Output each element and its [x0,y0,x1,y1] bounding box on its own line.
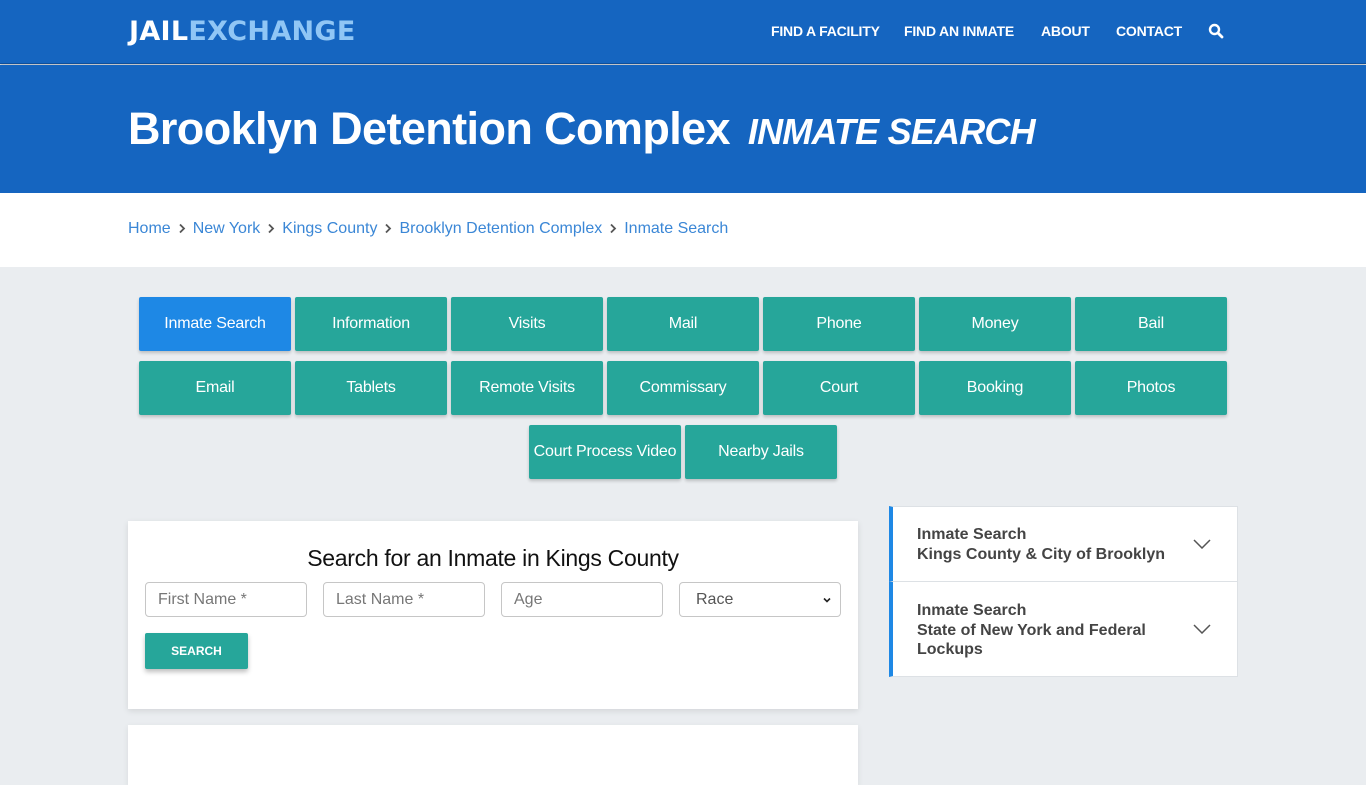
tab-bail[interactable]: Bail [1075,297,1227,351]
nav-find-a-facility[interactable]: FIND A FACILITY [771,23,880,39]
chevron-down-icon[interactable] [1193,624,1211,634]
chevron-right-icon [379,222,397,237]
last-name-input[interactable] [336,590,472,609]
logo-part-jail: JAIL [129,16,189,47]
tab-commissary[interactable]: Commissary [607,361,759,415]
accordion-title-line2: State of New York and Federal [917,621,1146,639]
page-subtitle: INMATE SEARCH [747,111,1036,152]
chevron-right-icon [604,222,622,237]
tab-phone[interactable]: Phone [763,297,915,351]
content-card [128,725,858,785]
logo-part-exchange: EXCHANGE [188,16,356,47]
nav-contact[interactable]: CONTACT [1116,23,1182,39]
race-select-value: Race [696,590,734,608]
nav-find-an-inmate[interactable]: FIND AN INMATE [904,23,1014,39]
first-name-field[interactable] [145,582,307,617]
tab-visits[interactable]: Visits [451,297,603,351]
accordion-kings-county-search[interactable]: Inmate Search Kings County & City of Bro… [889,506,1238,582]
breadcrumb-inmate-search[interactable]: Inmate Search [624,220,728,238]
jailexchange-logo[interactable]: JAILEXCHANGE [129,15,356,49]
facility-name: Brooklyn Detention Complex [128,103,731,154]
breadcrumb-kings-county[interactable]: Kings County [282,220,377,238]
accordion-title-line1: Inmate Search [917,602,1027,619]
tab-court[interactable]: Court [763,361,915,415]
breadcrumb-bar: Home New York Kings County Brooklyn Dete… [0,193,1366,267]
tab-information[interactable]: Information [295,297,447,351]
breadcrumb-new-york[interactable]: New York [193,220,261,238]
nav-about[interactable]: ABOUT [1041,23,1090,39]
age-field[interactable] [501,582,663,617]
page-title: Brooklyn Detention Complex INMATE SEARCH [128,101,1036,160]
accordion-title-line1: Inmate Search [917,526,1027,543]
inmate-search-card: Search for an Inmate in Kings County Rac… [128,521,858,709]
tab-nearby-jails[interactable]: Nearby Jails [685,425,837,479]
tab-money[interactable]: Money [919,297,1071,351]
tab-booking[interactable]: Booking [919,361,1071,415]
tab-tablets[interactable]: Tablets [295,361,447,415]
search-button[interactable]: SEARCH [145,633,248,669]
top-navbar: JAILEXCHANGE FIND A FACILITY FIND AN INM… [0,0,1366,64]
tab-court-process-video[interactable]: Court Process Video [529,425,681,479]
accordion-title-line2: Kings County & City of Brooklyn [917,545,1165,563]
accordion-state-federal-search[interactable]: Inmate Search State of New York and Fede… [889,581,1238,677]
first-name-input[interactable] [158,590,294,609]
tab-inmate-search[interactable]: Inmate Search [139,297,291,351]
tab-email[interactable]: Email [139,361,291,415]
age-input[interactable] [514,590,650,609]
accordion-title-line3: Lockups [917,641,983,658]
chevron-down-icon[interactable] [1193,539,1211,549]
chevron-right-icon [262,222,280,237]
chevron-down-icon [823,597,831,603]
last-name-field[interactable] [323,582,485,617]
tab-photos[interactable]: Photos [1075,361,1227,415]
race-select[interactable]: Race [679,582,841,617]
breadcrumb: Home New York Kings County Brooklyn Dete… [128,220,728,238]
search-heading: Search for an Inmate in Kings County [307,545,679,571]
hero-banner: Brooklyn Detention Complex INMATE SEARCH [0,65,1366,193]
chevron-right-icon [173,222,191,237]
breadcrumb-home[interactable]: Home [128,220,171,238]
accordion-title: Inmate Search State of New York and Fede… [917,601,1146,660]
accordion-title: Inmate Search Kings County & City of Bro… [917,525,1165,564]
tab-remote-visits[interactable]: Remote Visits [451,361,603,415]
breadcrumb-brooklyn-detention-complex[interactable]: Brooklyn Detention Complex [399,220,602,238]
tab-mail[interactable]: Mail [607,297,759,351]
search-icon[interactable] [1208,23,1224,39]
